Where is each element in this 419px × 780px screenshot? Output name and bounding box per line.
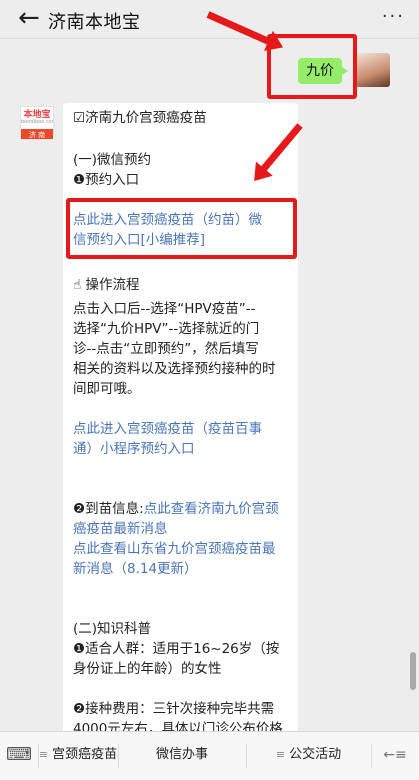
more-options-icon[interactable]: ··· <box>382 6 405 27</box>
mini-program-link-line1[interactable]: 点此进入宫颈癌疫苗（疫苗百事 <box>73 419 262 439</box>
bot-avatar[interactable]: 本地宝 bendibao.com 济 南 <box>20 106 54 140</box>
section-wechat-booking: (一)微信预约 <box>73 152 152 168</box>
user-avatar[interactable] <box>356 53 390 87</box>
procedure-text-3: 诊--点击“立即预约”，然后填写 <box>73 341 259 357</box>
shandong-news-link-2[interactable]: 新消息（8.14更新） <box>73 559 198 579</box>
section-knowledge: (二)知识科普 <box>73 621 152 637</box>
annotation-box-booking-link <box>66 198 297 259</box>
menu-cervical-vaccine[interactable]: ≡ 宫颈癌疫苗 <box>38 732 118 780</box>
menu-wechat-services[interactable]: 微信办事 <box>118 732 246 780</box>
cost-text-1: ❷接种费用：三针次接种完毕共需 <box>73 701 275 717</box>
shandong-news-link-1[interactable]: 点此查看山东省九价宫颈癌疫苗最 <box>73 539 276 559</box>
bottom-menu-bar: ⌨ ≡ 宫颈癌疫苗 微信办事 ≡ 公交活动 ←≡ <box>0 731 419 780</box>
procedure-heading: ☝ 操作流程 <box>73 277 140 293</box>
bot-avatar-domain: bendibao.com <box>21 119 54 125</box>
jinan-news-link-1[interactable]: 点此查看济南九价宫颈 <box>144 501 279 517</box>
back-arrow-icon[interactable]: ← <box>18 4 40 32</box>
top-bar: ← 济南本地宝 ··· <box>0 0 419 39</box>
procedure-text-1: 点击入口后--选择“HPV疫苗”-- <box>73 301 256 317</box>
target-group-1: ❶适合人群：适用于16~26岁（按 <box>73 641 280 657</box>
expand-menu-icon[interactable]: ←≡ <box>371 732 419 780</box>
reply-title: ☑济南九价宫颈癌疫苗 <box>73 110 207 126</box>
scrollbar-thumb[interactable] <box>410 652 416 690</box>
vaccine-arrival-heading: ❷到苗信息:点此查看济南九价宫颈 <box>73 501 279 517</box>
procedure-text-4: 相关的资料以及选择预约接种的时 <box>73 361 276 377</box>
mini-program-link-line2[interactable]: 通）小程序预约入口 <box>73 439 195 459</box>
procedure-text-2: 选择“九价HPV”--选择就近的门 <box>73 321 260 337</box>
booking-entry-heading: ❶预约入口 <box>73 172 140 188</box>
jinan-news-link-2[interactable]: 癌疫苗最新消息 <box>73 519 168 539</box>
procedure-text-5: 间即可哦。 <box>73 381 141 397</box>
keyboard-icon[interactable]: ⌨ <box>0 732 38 780</box>
target-group-2: 身份证上的年龄）的女性 <box>73 661 222 677</box>
bot-avatar-city: 济 南 <box>21 129 53 139</box>
menu-bus-activities[interactable]: ≡ 公交活动 <box>246 732 371 780</box>
page-title: 济南本地宝 <box>48 12 141 33</box>
